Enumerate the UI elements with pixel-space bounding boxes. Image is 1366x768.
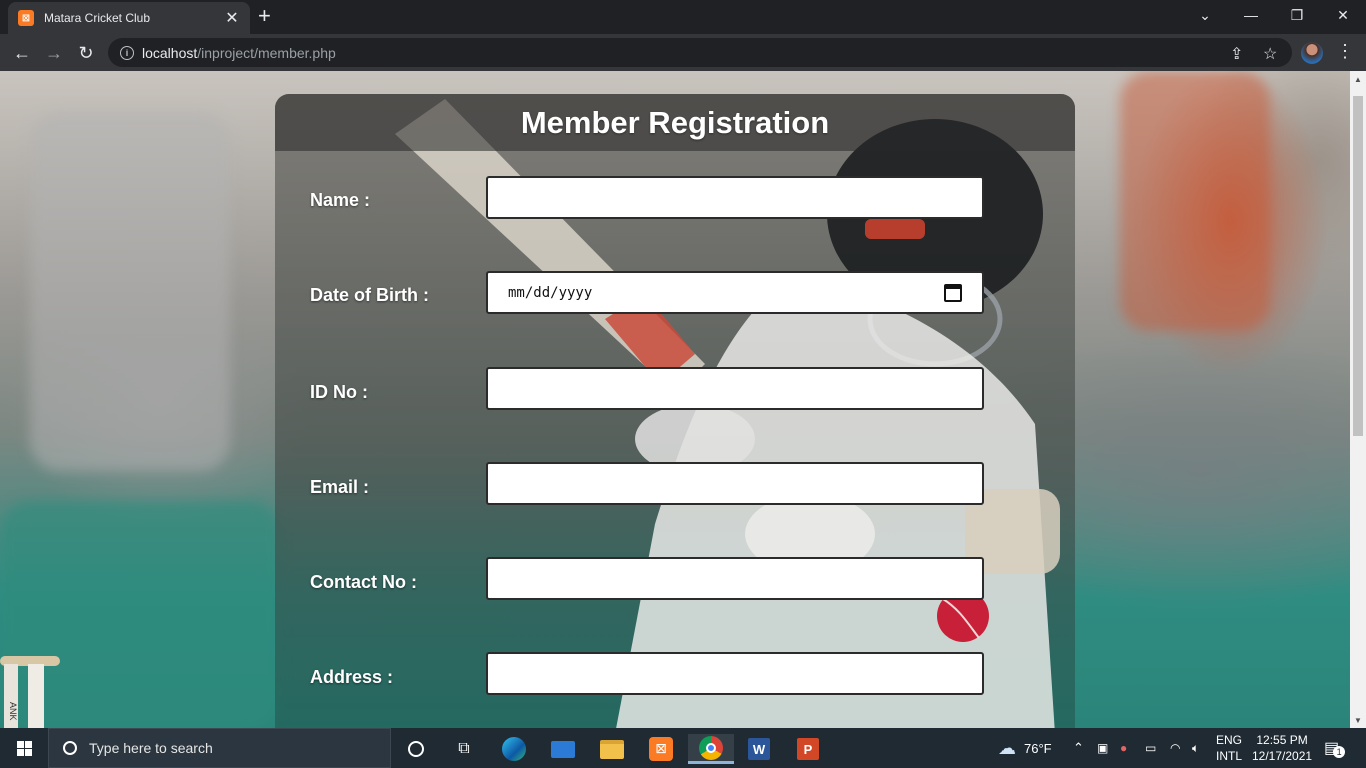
restore-button[interactable]: ❐: [1274, 0, 1320, 30]
scroll-up-icon[interactable]: ▲: [1350, 71, 1366, 87]
page-scrollbar[interactable]: ▲ ▼: [1350, 71, 1366, 728]
share-icon[interactable]: ⇪: [1230, 44, 1243, 64]
tab-close-icon[interactable]: ✕: [224, 8, 240, 28]
language-text: ENG: [1216, 733, 1243, 747]
chrome-icon[interactable]: [688, 734, 734, 764]
tab-search-icon[interactable]: ⌄: [1182, 0, 1228, 30]
reload-icon[interactable]: ↻: [73, 40, 99, 66]
cortana-icon[interactable]: [396, 734, 436, 764]
info-icon[interactable]: i: [120, 45, 134, 60]
word-icon[interactable]: W: [739, 734, 779, 764]
edge-icon[interactable]: [494, 734, 534, 764]
taskbar: Type here to search ⧉ ⊠ W P ☁ 76°F ⌃ ▣ ●…: [0, 728, 1366, 768]
cloud-icon: ☁: [998, 737, 1016, 758]
calendar-icon[interactable]: [944, 283, 962, 302]
dob-field[interactable]: mm/dd/yyyy: [486, 271, 984, 314]
network-alert-icon[interactable]: ●: [1120, 728, 1127, 768]
clock-time: 12:55 PM: [1256, 733, 1308, 747]
file-explorer-icon[interactable]: [592, 734, 632, 764]
layout-text: INTL: [1216, 749, 1243, 763]
tab-strip: ⊠ Matara Cricket Club ✕ + ⌄ — ❐ ✕: [0, 0, 1366, 34]
task-view-icon[interactable]: ⧉: [444, 734, 484, 764]
contact-no-label: Contact No :: [310, 572, 417, 592]
battery-icon[interactable]: ▭: [1145, 728, 1156, 768]
scroll-thumb[interactable]: [1353, 96, 1363, 436]
tab-title: Matara Cricket Club: [44, 11, 151, 25]
email-field[interactable]: [486, 462, 984, 505]
svg-text:ANK: ANK: [8, 702, 18, 721]
search-placeholder: Type here to search: [89, 740, 213, 756]
taskbar-search[interactable]: Type here to search: [48, 728, 391, 768]
address-field[interactable]: [486, 652, 984, 695]
search-icon: [60, 738, 80, 758]
meet-now-icon[interactable]: ▣: [1097, 728, 1108, 768]
language-indicator[interactable]: ENG INTL: [1216, 728, 1242, 768]
clock-date: 12/17/2021: [1252, 749, 1313, 763]
powerpoint-icon[interactable]: P: [788, 734, 828, 764]
cricket-stumps-image: ANK: [0, 656, 60, 728]
email-label: Email :: [310, 477, 370, 497]
id-no-label: ID No :: [310, 382, 368, 402]
name-field[interactable]: [486, 176, 984, 219]
notification-count: 1: [1333, 746, 1346, 758]
contact-no-field[interactable]: [486, 557, 984, 600]
address-label: Address :: [310, 667, 394, 687]
background-blur: [1120, 71, 1270, 331]
scroll-down-icon[interactable]: ▼: [1350, 712, 1366, 728]
id-no-field[interactable]: [486, 367, 984, 410]
minimize-button[interactable]: —: [1228, 0, 1274, 30]
browser-tab[interactable]: ⊠ Matara Cricket Club ✕: [8, 2, 250, 34]
start-button[interactable]: [0, 728, 48, 768]
weather-widget[interactable]: ☁ 76°F: [998, 728, 1052, 768]
page-viewport: ANK Member Registration Name: Date of B…: [0, 71, 1350, 728]
dob-placeholder: mm/dd/yyyy: [508, 284, 593, 301]
registration-card: Member Registration Name : Date of Birth…: [275, 94, 1075, 728]
back-arrow-icon[interactable]: ←: [9, 40, 35, 66]
wifi-icon[interactable]: ◠: [1170, 728, 1180, 768]
xampp-icon[interactable]: ⊠: [641, 734, 681, 764]
card-header: Member Registration: [275, 94, 1075, 151]
xampp-favicon-icon: ⊠: [18, 10, 34, 26]
mail-icon[interactable]: [543, 734, 583, 764]
star-icon[interactable]: ☆: [1263, 44, 1277, 64]
avatar[interactable]: [1301, 42, 1323, 64]
close-window-button[interactable]: ✕: [1320, 0, 1366, 30]
show-hidden-icons[interactable]: ⌃: [1073, 728, 1084, 768]
weather-temp: 76°F: [1024, 740, 1052, 756]
new-tab-button[interactable]: +: [258, 5, 271, 27]
background-blur: [30, 111, 230, 471]
url-host: localhost: [142, 44, 198, 61]
windows-logo-icon: [16, 740, 32, 756]
page-title: Member Registration: [520, 104, 830, 140]
forward-arrow-icon[interactable]: →: [41, 40, 67, 66]
notification-center[interactable]: ▤ 1: [1324, 728, 1346, 768]
volume-icon[interactable]: 🔈︎: [1192, 728, 1199, 768]
clock[interactable]: 12:55 PM 12/17/2021: [1252, 728, 1312, 768]
url-text[interactable]: localhost/inproject/member.php: [142, 45, 336, 61]
kebab-menu-icon[interactable]: ⋮: [1336, 41, 1354, 62]
dob-label: Date of Birth :: [310, 285, 429, 305]
chevron-up-icon: ⌃: [1073, 740, 1084, 755]
name-label: Name :: [310, 190, 371, 210]
address-bar[interactable]: i localhost/inproject/member.php ⇪ ☆: [108, 38, 1292, 67]
browser-toolbar: ← → ↻ i localhost/inproject/member.php ⇪…: [0, 34, 1366, 71]
url-path: /inproject/member.php: [197, 44, 336, 61]
